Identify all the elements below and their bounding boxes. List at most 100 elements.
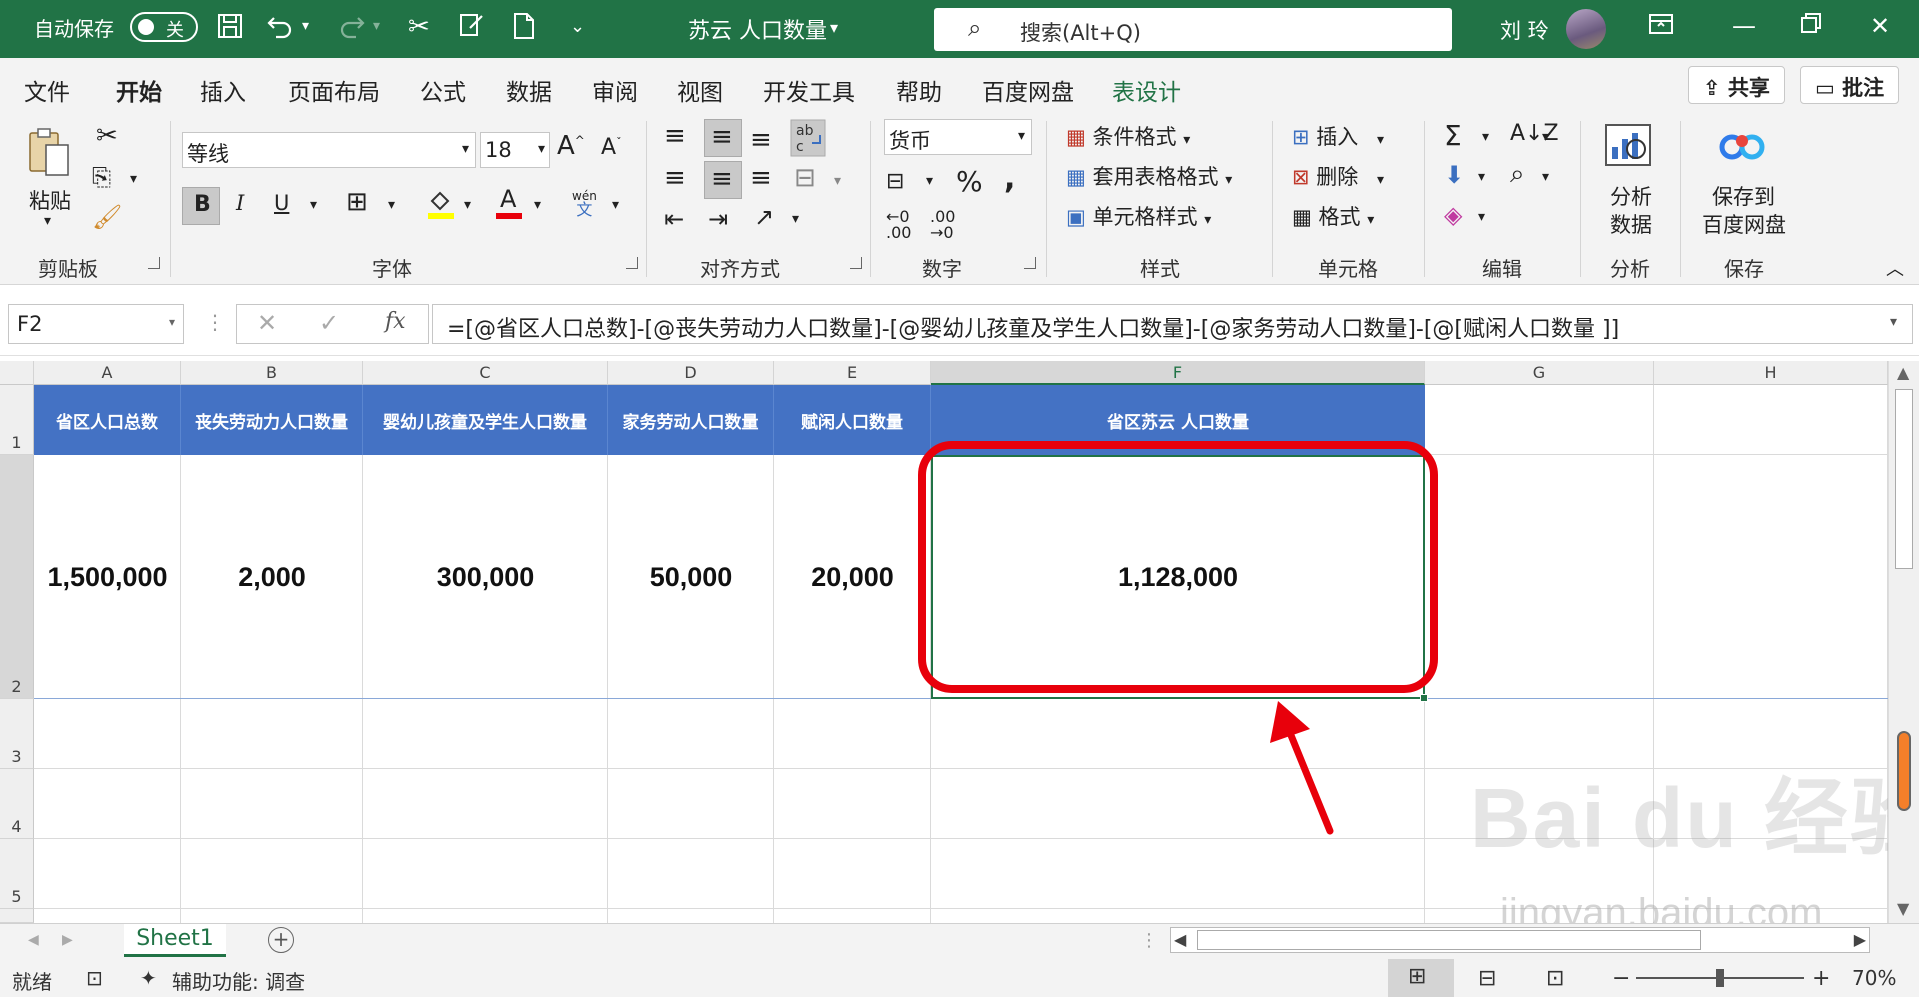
tab-table-design[interactable]: 表设计	[1112, 73, 1181, 107]
row-header-4[interactable]: 4	[0, 769, 34, 839]
tab-developer[interactable]: 开发工具	[763, 73, 855, 107]
find-dropdown-icon[interactable]: ▾	[1542, 169, 1549, 185]
column-header-a[interactable]: A	[34, 361, 181, 385]
font-size-select[interactable]: 18 ▾	[480, 132, 550, 168]
number-launcher-icon[interactable]	[1024, 257, 1036, 269]
alignment-launcher-icon[interactable]	[850, 257, 862, 269]
row-header-2[interactable]: 2	[0, 455, 34, 699]
tab-baidu-netdisk[interactable]: 百度网盘	[982, 73, 1074, 107]
copy-dropdown-icon[interactable]: ▾	[130, 171, 137, 187]
table-header-cell[interactable]: 省区人口总数	[34, 385, 181, 455]
row-header-5[interactable]: 5	[0, 839, 34, 909]
hscroll-thumb[interactable]	[1197, 930, 1701, 950]
align-center-button[interactable]: ≡	[704, 161, 742, 199]
redo-icon[interactable]	[338, 12, 366, 47]
fill-icon[interactable]: ⬇	[1444, 161, 1464, 189]
currency-icon[interactable]: ⊟	[886, 169, 904, 194]
cut-icon[interactable]: ✂	[96, 121, 118, 151]
zoom-out-icon[interactable]: −	[1612, 966, 1630, 991]
autosum-dropdown-icon[interactable]: ▾	[1482, 129, 1489, 145]
format-cells-button[interactable]: ▦ 格式 ▾	[1292, 201, 1374, 231]
font-launcher-icon[interactable]	[626, 257, 638, 269]
tab-insert[interactable]: 插入	[200, 73, 246, 107]
expand-formula-icon[interactable]: ▾	[1890, 314, 1897, 330]
zoom-slider-thumb[interactable]	[1716, 969, 1724, 987]
comma-style-icon[interactable]: ,	[1004, 161, 1015, 196]
comments-button[interactable]: ▭ 批注	[1800, 66, 1900, 104]
close-icon[interactable]: ✕	[1870, 12, 1890, 40]
zoom-level[interactable]: 70%	[1852, 966, 1896, 990]
format-painter-icon[interactable]	[458, 12, 486, 47]
data-cell-c2[interactable]: 300,000	[363, 455, 608, 699]
orientation-dropdown-icon[interactable]: ▾	[792, 211, 799, 227]
column-header-g[interactable]: G	[1425, 361, 1654, 385]
tab-formulas[interactable]: 公式	[420, 73, 466, 107]
scroll-up-icon[interactable]: ▲	[1897, 363, 1909, 382]
data-cell-a2[interactable]: 1,500,000	[34, 455, 181, 699]
clipboard-launcher-icon[interactable]	[148, 257, 160, 269]
save-icon[interactable]	[216, 12, 244, 47]
decrease-decimal-icon[interactable]: .00 →0	[930, 209, 955, 241]
splitter-icon[interactable]: ⋮	[1140, 930, 1158, 951]
data-cell-e2[interactable]: 20,000	[774, 455, 931, 699]
formula-input[interactable]: =[@省区人口总数]-[@丧失劳动力人口数量]-[@婴幼儿孩童及学生人口数量]-…	[432, 304, 1913, 344]
scroll-thumb[interactable]	[1895, 389, 1913, 569]
analyze-data-label-2[interactable]: 数据	[1610, 209, 1652, 239]
tab-help[interactable]: 帮助	[896, 73, 942, 107]
column-header-f[interactable]: F	[931, 361, 1425, 385]
minimize-icon[interactable]: —	[1732, 12, 1756, 40]
orientation-icon[interactable]: ↗	[754, 203, 774, 231]
zoom-slider[interactable]	[1636, 969, 1804, 987]
collapse-ribbon-icon[interactable]: ︿	[1886, 255, 1904, 281]
find-icon[interactable]: ⌕	[1510, 159, 1525, 190]
tab-data[interactable]: 数据	[506, 73, 552, 107]
share-button[interactable]: ⇪ 共享	[1688, 66, 1785, 104]
decrease-font-icon[interactable]: Aˇ	[601, 135, 622, 160]
table-header-cell[interactable]: 婴幼儿孩童及学生人口数量	[363, 385, 608, 455]
tab-review[interactable]: 审阅	[592, 73, 638, 107]
decrease-indent-icon[interactable]: ⇤	[664, 205, 684, 233]
sort-filter-icon[interactable]: A↓Z	[1510, 121, 1559, 146]
table-header-cell[interactable]: 赋闲人口数量	[774, 385, 931, 455]
new-file-icon[interactable]	[512, 12, 536, 47]
analyze-data-icon[interactable]	[1604, 123, 1652, 172]
cell-styles-button[interactable]: ▣ 单元格样式 ▾	[1066, 201, 1211, 231]
ribbon-display-icon[interactable]	[1648, 12, 1674, 42]
undo-icon[interactable]	[266, 12, 294, 47]
tab-page-layout[interactable]: 页面布局	[288, 73, 380, 107]
next-sheet-icon[interactable]: ▶	[62, 932, 73, 948]
border-icon[interactable]: ⊞	[346, 187, 368, 217]
format-painter-icon[interactable]: 🖌	[92, 203, 122, 231]
currency-dropdown-icon[interactable]: ▾	[926, 173, 933, 189]
scroll-down-icon[interactable]: ▼	[1897, 899, 1909, 918]
sort-dropdown-icon[interactable]: ▾	[1542, 129, 1549, 145]
customize-qat-icon[interactable]: ⌄	[570, 16, 585, 37]
autosave-toggle[interactable]: 关	[130, 12, 198, 42]
increase-indent-icon[interactable]: ⇥	[708, 205, 728, 233]
align-right-icon[interactable]: ≡	[750, 163, 772, 193]
insert-cells-button[interactable]: ⊞ 插入 ▾	[1292, 121, 1384, 151]
font-color-icon[interactable]: A	[494, 183, 524, 226]
align-top-icon[interactable]: ≡	[664, 121, 686, 151]
copy-icon[interactable]: ⎘	[92, 163, 111, 191]
row-header-3[interactable]: 3	[0, 699, 34, 769]
font-name-select[interactable]: 等线 ▾	[182, 132, 476, 168]
title-dropdown-icon[interactable]: ▾	[830, 18, 838, 37]
restore-icon[interactable]	[1800, 12, 1822, 40]
document-title[interactable]: 苏云 人口数量	[688, 13, 827, 45]
phonetic-dropdown-icon[interactable]: ▾	[612, 197, 619, 213]
fill-color-icon[interactable]	[426, 187, 456, 226]
scroll-right-icon[interactable]: ▶	[1854, 930, 1866, 949]
page-break-view-icon[interactable]: ⊡	[1546, 966, 1564, 991]
fill-dropdown-icon[interactable]: ▾	[1478, 169, 1485, 185]
scroll-left-icon[interactable]: ◀	[1174, 930, 1186, 949]
tab-home[interactable]: 开始	[116, 73, 162, 119]
tab-file[interactable]: 文件	[24, 73, 70, 107]
paste-icon[interactable]	[26, 125, 74, 186]
tab-view[interactable]: 视图	[677, 73, 723, 107]
page-layout-view-icon[interactable]: ⊟	[1478, 966, 1496, 991]
search-box[interactable]: ⌕ 搜索(Alt+Q)	[934, 8, 1452, 51]
format-as-table-button[interactable]: ▦ 套用表格格式 ▾	[1066, 161, 1232, 191]
cut-icon[interactable]: ✂	[408, 12, 430, 42]
merge-dropdown-icon[interactable]: ▾	[834, 173, 841, 189]
